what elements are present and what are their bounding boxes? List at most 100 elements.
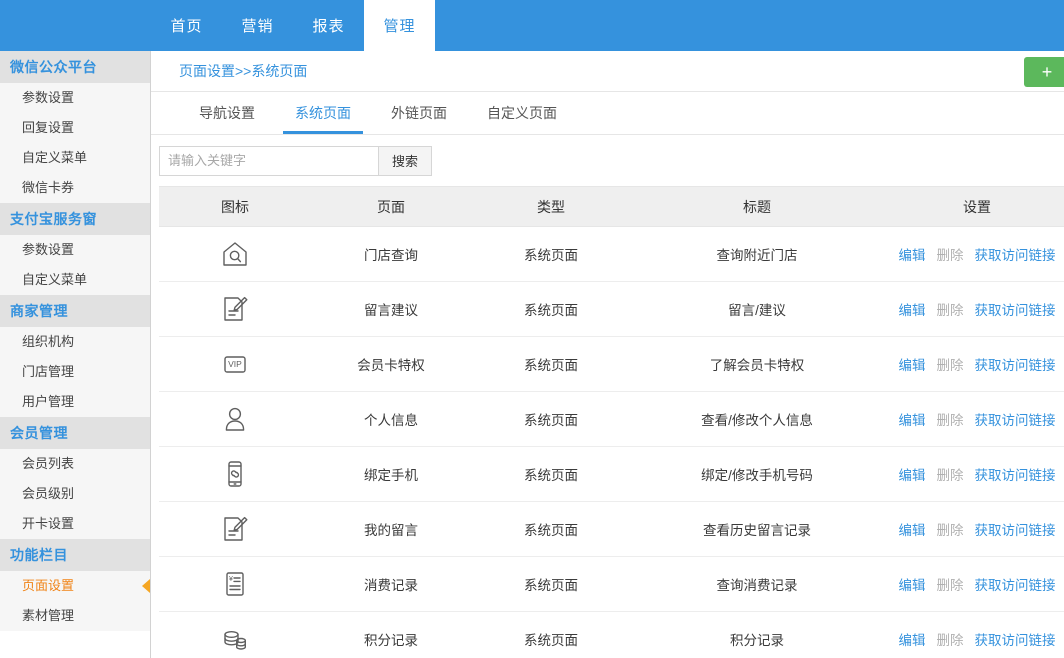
edit-link[interactable]: 编辑	[899, 464, 926, 484]
phone-link-icon	[159, 458, 311, 490]
row-action-group: 编辑 删除 获取访问链接	[899, 519, 1056, 539]
get-access-link[interactable]: 获取访问链接	[975, 574, 1056, 594]
edit-link[interactable]: 编辑	[899, 629, 926, 649]
table-row: 积分记录 系统页面 积分记录 编辑 删除 获取访问链接	[159, 611, 1064, 658]
delete-link: 删除	[936, 303, 964, 318]
sidebar-item-1-4[interactable]: 微信卡券	[0, 173, 150, 203]
app-root: 首页 营销 报表 管理 微信公众平台 参数设置 回复设置 自定义菜单 微信卡券 支付宝服务窗 参数…	[0, 0, 1064, 658]
edit-link[interactable]: 编辑	[899, 519, 926, 539]
cell-icon	[159, 446, 311, 502]
search-input[interactable]	[159, 145, 378, 176]
sidebar-item-3-2[interactable]: 门店管理	[0, 357, 150, 387]
topnav-tab-1[interactable]: 首页	[151, 0, 222, 51]
sub-tab-3[interactable]: 外链页面	[371, 92, 467, 134]
topnav-tab-4[interactable]: 管理	[364, 0, 435, 51]
get-access-link[interactable]: 获取访问链接	[975, 299, 1056, 319]
topnav-right-spacer	[435, 0, 1064, 51]
sub-tab-label: 外链页面	[391, 105, 447, 121]
sidebar-group-title: 会员管理	[0, 417, 150, 449]
sidebar-item-1-1[interactable]: 参数设置	[0, 83, 150, 113]
cell-type: 系统页面	[471, 391, 631, 447]
system-pages-table: 图标 页面 类型 标题 设置 门店查询 系统页面 查询附近门店 编辑 删除 获取访问链接留…	[159, 186, 1064, 658]
column-header-icon: 图标	[159, 186, 311, 227]
get-access-link[interactable]: 获取访问链接	[975, 409, 1056, 429]
get-access-link[interactable]: 获取访问链接	[975, 244, 1056, 264]
table-row: 我的留言 系统页面 查看历史留言记录 编辑 删除 获取访问链接	[159, 501, 1064, 557]
add-page-button[interactable]: +	[1024, 57, 1064, 87]
sidebar-item-label: 自定义菜单	[22, 150, 88, 165]
sidebar-item-1-3[interactable]: 自定义菜单	[0, 143, 150, 173]
topnav-tab-label: 营销	[241, 18, 274, 35]
cell-title: 积分记录	[631, 611, 883, 658]
topnav-tab-2[interactable]: 营销	[222, 0, 293, 51]
get-access-link[interactable]: 获取访问链接	[975, 354, 1056, 374]
cell-page: 个人信息	[311, 391, 471, 447]
search-button[interactable]: 搜索	[378, 145, 432, 176]
edit-link[interactable]: 编辑	[899, 299, 926, 319]
cell-title: 查看历史留言记录	[631, 501, 883, 557]
sub-tab-1[interactable]: 导航设置	[179, 92, 275, 134]
svg-text:VIP: VIP	[228, 359, 242, 369]
topnav-left-spacer	[0, 0, 151, 51]
sidebar-item-3-3[interactable]: 用户管理	[0, 387, 150, 417]
cell-icon	[159, 391, 311, 447]
cell-page: 门店查询	[311, 226, 471, 282]
sidebar-item-label: 页面设置	[22, 578, 75, 593]
svg-text:¥: ¥	[229, 576, 233, 583]
sidebar-item-5-1[interactable]: 页面设置	[0, 571, 150, 601]
sub-tab-list: 导航设置 系统页面 外链页面 自定义页面	[151, 92, 1064, 135]
cell-page: 我的留言	[311, 501, 471, 557]
sidebar-item-label: 微信卡券	[22, 180, 75, 195]
sidebar-item-2-2[interactable]: 自定义菜单	[0, 265, 150, 295]
row-action-group: 编辑 删除 获取访问链接	[899, 299, 1056, 319]
table-header: 图标 页面 类型 标题 设置	[159, 186, 1064, 227]
edit-link[interactable]: 编辑	[899, 244, 926, 264]
sub-tab-label: 自定义页面	[487, 105, 557, 121]
cell-actions: 编辑 删除 获取访问链接	[883, 501, 1064, 557]
sidebar-item-3-1[interactable]: 组织机构	[0, 327, 150, 357]
edit-link[interactable]: 编辑	[899, 409, 926, 429]
sub-tab-label: 系统页面	[295, 105, 351, 121]
sidebar-item-2-1[interactable]: 参数设置	[0, 235, 150, 265]
topnav-tab-3[interactable]: 报表	[293, 0, 364, 51]
sub-tab-4[interactable]: 自定义页面	[467, 92, 577, 134]
cell-icon: ¥	[159, 556, 311, 612]
edit-link[interactable]: 编辑	[899, 574, 926, 594]
cell-actions: 编辑 删除 获取访问链接	[883, 336, 1064, 392]
delete-link: 删除	[936, 633, 964, 648]
sidebar-item-label: 参数设置	[22, 242, 75, 257]
sub-tab-2[interactable]: 系统页面	[275, 92, 371, 134]
cell-type: 系统页面	[471, 501, 631, 557]
cell-actions: 编辑 删除 获取访问链接	[883, 446, 1064, 502]
table-row: 绑定手机 系统页面 绑定/修改手机号码 编辑 删除 获取访问链接	[159, 446, 1064, 502]
cell-title: 查看/修改个人信息	[631, 391, 883, 447]
cell-page: 积分记录	[311, 611, 471, 658]
get-access-link[interactable]: 获取访问链接	[975, 629, 1056, 649]
sidebar-item-4-2[interactable]: 会员级别	[0, 479, 150, 509]
cell-page: 留言建议	[311, 281, 471, 337]
sidebar-item-5-2[interactable]: 素材管理	[0, 601, 150, 631]
note-edit-icon	[159, 293, 311, 325]
cell-actions: 编辑 删除 获取访问链接	[883, 556, 1064, 612]
topnav-tab-label: 报表	[312, 18, 345, 35]
cell-title: 留言/建议	[631, 281, 883, 337]
sidebar-item-label: 用户管理	[22, 394, 75, 409]
sidebar-item-label: 组织机构	[22, 334, 75, 349]
cell-title: 了解会员卡特权	[631, 336, 883, 392]
get-access-link[interactable]: 获取访问链接	[975, 519, 1056, 539]
get-access-link[interactable]: 获取访问链接	[975, 464, 1056, 484]
table-body: 门店查询 系统页面 查询附近门店 编辑 删除 获取访问链接 留言建议 系统页面 留言/建议 编辑删…	[159, 226, 1064, 658]
sidebar-item-4-1[interactable]: 会员列表	[0, 449, 150, 479]
row-action-group: 编辑 删除 获取访问链接	[899, 409, 1056, 429]
table-row: ¥ 消费记录 系统页面 查询消费记录 编辑 删除 获取访问链接	[159, 556, 1064, 612]
edit-link[interactable]: 编辑	[899, 354, 926, 374]
cell-title: 查询消费记录	[631, 556, 883, 612]
sidebar-item-4-3[interactable]: 开卡设置	[0, 509, 150, 539]
cell-icon	[159, 611, 311, 658]
sidebar-item-1-2[interactable]: 回复设置	[0, 113, 150, 143]
column-header-type: 类型	[471, 186, 631, 227]
breadcrumb-bar: 页面设置>>系统页面 +	[151, 51, 1064, 92]
cell-actions: 编辑 删除 获取访问链接	[883, 391, 1064, 447]
delete-link: 删除	[936, 413, 964, 428]
delete-link: 删除	[936, 248, 964, 263]
